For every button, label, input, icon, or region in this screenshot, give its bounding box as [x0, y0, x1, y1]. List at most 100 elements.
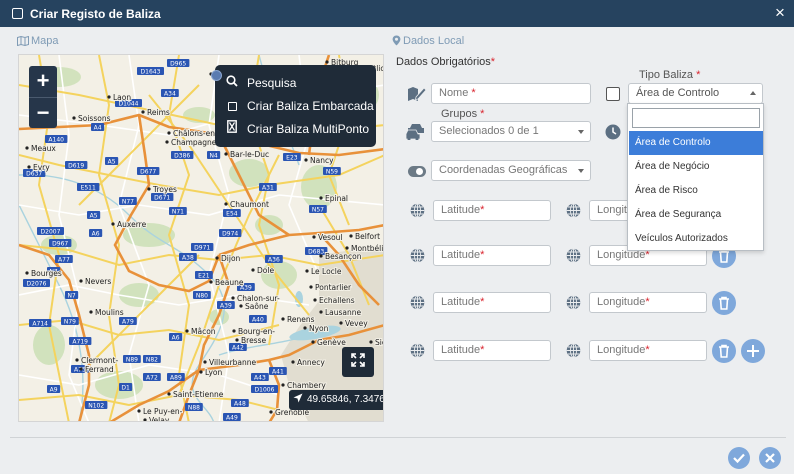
delete-point-button[interactable] — [712, 339, 736, 363]
latitude-input[interactable]: Latitude* — [433, 245, 551, 266]
road-badge: D671 — [151, 193, 174, 201]
tipo-baliza-select[interactable]: Área de Controlo — [628, 83, 763, 104]
road-badge: N71 — [169, 207, 187, 215]
svg-text:D386: D386 — [174, 152, 190, 159]
add-point-button[interactable] — [741, 339, 765, 363]
clock-icon — [605, 124, 621, 140]
globe-icon — [566, 203, 581, 218]
dropdown-option[interactable]: Área de Controlo — [629, 131, 763, 155]
road-badge: A34 — [161, 89, 179, 97]
svg-text:N102: N102 — [88, 402, 104, 409]
longitude-input[interactable]: Longitude* — [589, 292, 707, 313]
close-icon[interactable]: × — [772, 3, 788, 23]
cancel-button[interactable] — [759, 447, 781, 469]
zoom-in-button[interactable]: + — [29, 66, 57, 97]
road-badge: D2007 — [37, 227, 64, 235]
grupos-select[interactable]: Selecionados 0 de 1 — [431, 121, 591, 142]
longitude-input[interactable]: Longitude* — [589, 340, 707, 361]
local-section-label: Dados Local — [392, 35, 464, 47]
svg-text:Bresse: Bresse — [241, 336, 266, 345]
road-badge: N82 — [143, 355, 161, 363]
svg-text:Meaux: Meaux — [31, 144, 56, 153]
town-label: Ferrand — [79, 364, 115, 375]
name-input[interactable]: Nome * — [431, 83, 591, 104]
svg-text:Troyes: Troyes — [152, 185, 177, 194]
svg-text:N88: N88 — [188, 404, 200, 411]
svg-text:N80: N80 — [196, 292, 208, 299]
road-badge: E21 — [195, 271, 213, 279]
svg-text:A5: A5 — [108, 158, 116, 165]
svg-text:N82: N82 — [146, 356, 158, 363]
dropdown-option[interactable]: Área de Negócio — [629, 155, 763, 179]
tipo-baliza-checkbox[interactable] — [606, 87, 620, 101]
svg-text:D683: D683 — [308, 248, 324, 255]
town-label: Pontarlier — [309, 282, 353, 293]
town-label: Clermont- — [75, 355, 119, 366]
road-badge: D974 — [219, 229, 242, 237]
search-icon — [225, 74, 239, 92]
dropdown-option[interactable]: Área de Segurança — [629, 203, 763, 227]
town-label: Saint-Etienne — [167, 389, 225, 400]
svg-text:N71: N71 — [172, 208, 184, 215]
confirm-button[interactable] — [728, 447, 750, 469]
map-view[interactable]: D1643D965A34D1044A4A140D386N4A4E23D619D6… — [18, 54, 384, 422]
svg-text:D677: D677 — [140, 168, 156, 175]
road-badge: N7 — [65, 291, 79, 299]
svg-text:A39: A39 — [220, 302, 232, 309]
svg-text:Nevers: Nevers — [85, 277, 111, 286]
dropdown-search-input[interactable] — [632, 108, 760, 128]
svg-text:A79: A79 — [122, 318, 134, 325]
trash-icon — [719, 344, 729, 358]
svg-text:D967: D967 — [52, 240, 68, 247]
town-label: Champagne — [165, 137, 218, 148]
zoom-control: + − — [29, 66, 57, 128]
road-badge: D677 — [137, 167, 160, 175]
svg-text:E23: E23 — [286, 154, 298, 161]
svg-text:Mâcon: Mâcon — [191, 327, 216, 336]
svg-text:A714: A714 — [32, 320, 48, 327]
road-badge: N57 — [309, 205, 327, 213]
map-section-label: Mapa — [17, 35, 59, 47]
globe-icon — [410, 295, 425, 310]
latitude-input[interactable]: Latitude* — [433, 340, 551, 361]
latitude-input[interactable]: Latitude* — [433, 200, 551, 221]
embarked-tool-button[interactable]: Criar Baliza Embarcada — [225, 97, 374, 115]
svg-text:Bar-le-Duc: Bar-le-Duc — [230, 150, 269, 159]
window-title: Criar Registo de Baliza — [30, 7, 161, 21]
check-icon — [733, 453, 745, 464]
road-badge: A49 — [223, 413, 241, 421]
hourglass-icon — [225, 120, 239, 138]
svg-text:D1006: D1006 — [255, 386, 275, 393]
road-badge: A39 — [217, 301, 235, 309]
fullscreen-button[interactable] — [342, 347, 374, 377]
svg-text:Ferrand: Ferrand — [85, 365, 114, 374]
zoom-out-button[interactable]: − — [29, 97, 57, 128]
svg-text:E21: E21 — [198, 272, 210, 279]
road-badge: E511 — [77, 183, 100, 191]
x-icon — [765, 453, 775, 463]
longitude-input[interactable]: Longitu — [589, 200, 633, 221]
svg-text:Sion: Sion — [375, 338, 384, 347]
road-badge: A9 — [47, 385, 61, 393]
svg-text:D671: D671 — [154, 194, 170, 201]
svg-text:A48: A48 — [234, 400, 246, 407]
svg-text:A34: A34 — [164, 90, 176, 97]
dropdown-option[interactable]: Veículos Autorizados — [629, 227, 763, 251]
multipoint-tool-button[interactable]: Criar Baliza MultiPonto — [225, 120, 369, 138]
svg-text:A719: A719 — [72, 338, 88, 345]
search-tool-button[interactable]: Pesquisa — [225, 74, 296, 92]
coordinate-type-select[interactable]: Coordenadas Geográficas — [431, 160, 591, 181]
road-badge: D971 — [191, 243, 214, 251]
collapse-tools-icon[interactable] — [211, 70, 222, 81]
road-badge: D1643 — [137, 67, 164, 75]
svg-text:N57: N57 — [312, 206, 324, 213]
town-label: Villeurbanne — [203, 357, 258, 368]
svg-text:E511: E511 — [81, 184, 96, 191]
delete-point-button[interactable] — [712, 291, 736, 315]
latitude-input[interactable]: Latitude* — [433, 292, 551, 313]
coordinate-toggle[interactable] — [408, 166, 426, 177]
road-badge: A79 — [119, 317, 137, 325]
svg-text:A31: A31 — [262, 184, 274, 191]
road-badge: N4 — [207, 151, 221, 159]
dropdown-option[interactable]: Área de Risco — [629, 179, 763, 203]
